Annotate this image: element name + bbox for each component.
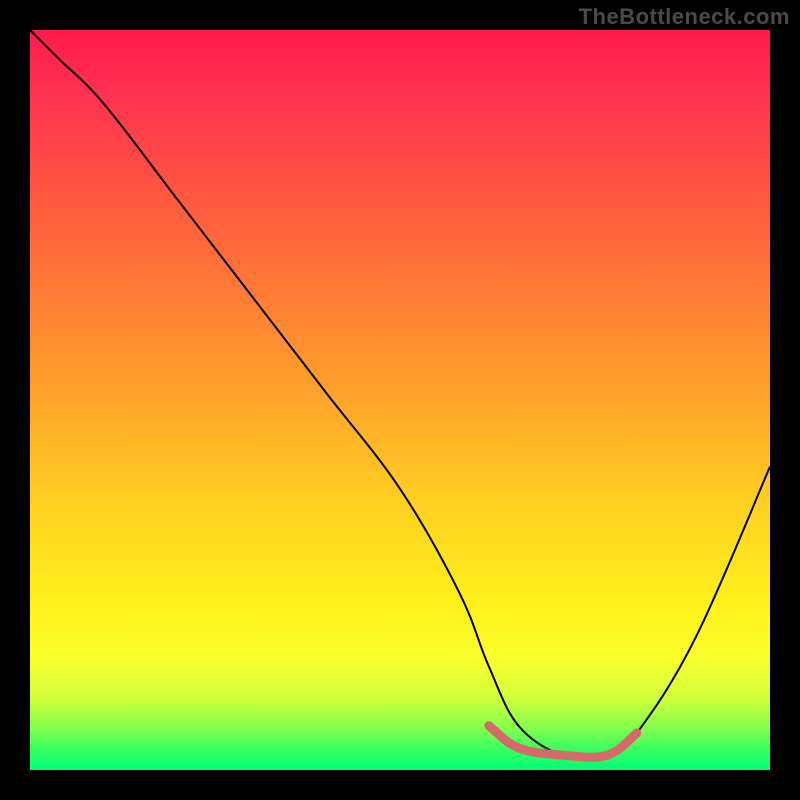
plot-frame xyxy=(30,30,770,770)
curve-svg xyxy=(30,30,770,770)
watermark-text: TheBottleneck.com xyxy=(579,4,790,30)
plot-area xyxy=(30,30,770,770)
bottleneck-curve xyxy=(30,30,770,759)
chart-stage: TheBottleneck.com xyxy=(0,0,800,800)
optimal-range-highlight xyxy=(489,726,637,758)
